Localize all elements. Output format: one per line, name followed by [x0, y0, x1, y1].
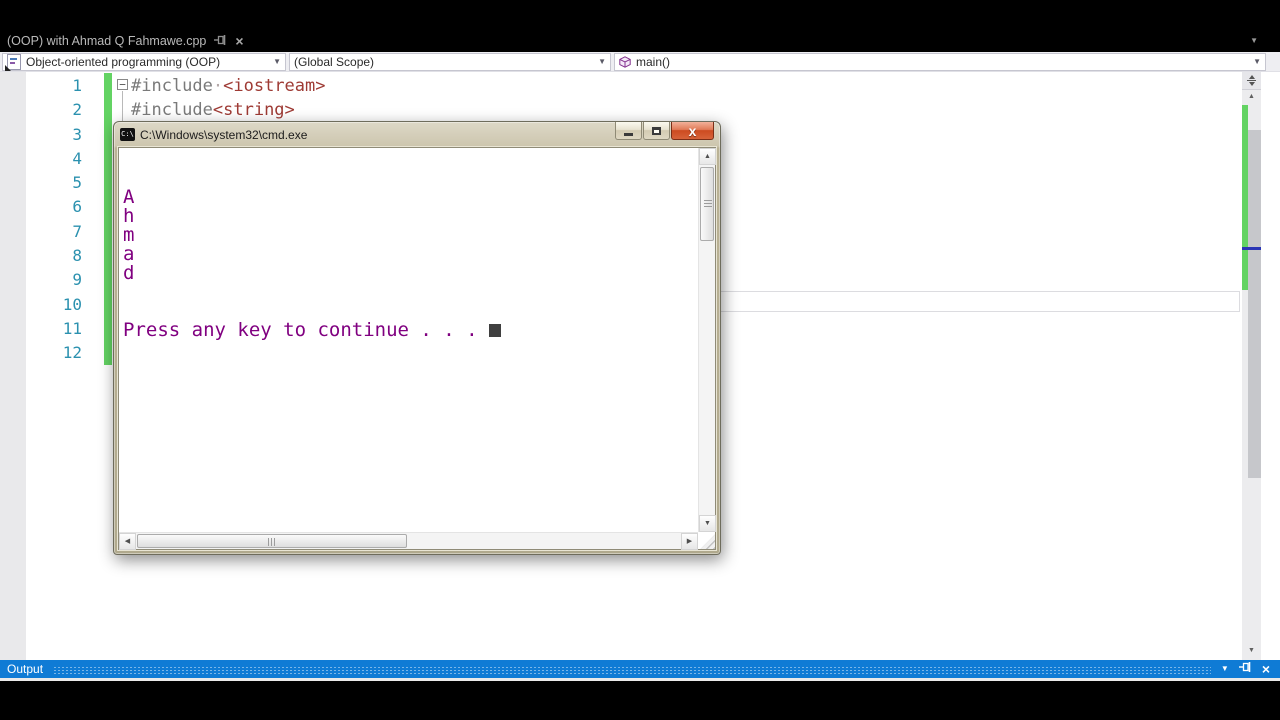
scroll-right-arrow-icon[interactable]: ▶: [681, 533, 698, 550]
chevron-down-icon[interactable]: ▼: [598, 58, 606, 66]
scroll-left-arrow-icon[interactable]: ◀: [119, 533, 136, 550]
member-dropdown-label: main(): [636, 55, 671, 69]
console-line: A: [123, 186, 135, 208]
scroll-down-arrow-icon[interactable]: ▼: [1242, 643, 1261, 659]
editor-vertical-scrollbar[interactable]: ▲ ▼: [1242, 72, 1261, 660]
fold-guide-line: [122, 91, 123, 121]
code-line: #include·<iostream>: [131, 76, 326, 96]
scope-dropdown-label: (Global Scope): [294, 55, 375, 69]
minimize-button[interactable]: [615, 122, 642, 140]
cmd-window-title: C:\Windows\system32\cmd.exe: [140, 127, 308, 142]
navigation-bar: Object-oriented programming (OOP) ▼ (Glo…: [0, 52, 1280, 72]
console-prompt-line: Press any key to continue . . .: [123, 321, 697, 340]
member-dropdown[interactable]: main() ▼: [614, 53, 1266, 71]
output-panel-title: Output: [7, 662, 44, 676]
project-dropdown[interactable]: Object-oriented programming (OOP) ▼: [2, 53, 286, 71]
editor-scrollbar-thumb[interactable]: [1248, 130, 1261, 478]
cmd-vscroll-thumb[interactable]: [700, 167, 714, 241]
screen: (OOP) with Ahmad Q Fahmawe.cpp × ▼ Objec…: [0, 0, 1280, 720]
line-numbers: 1 2 3 4 5 6 7 8 9 10 11 12: [36, 74, 82, 366]
maximize-icon: [652, 126, 661, 135]
line-number: 6: [72, 197, 82, 217]
cmd-vertical-scrollbar[interactable]: ▲ ▼: [698, 148, 716, 532]
scrollbar-caret-marker: [1242, 247, 1261, 250]
console-cursor: [488, 324, 501, 337]
line-number: 1: [72, 76, 82, 95]
project-dropdown-label: Object-oriented programming (OOP): [26, 55, 221, 69]
code-lines: #include·<iostream> #include<string>: [131, 74, 326, 123]
tabstrip-overflow-chevron-icon[interactable]: ▼: [1250, 36, 1258, 45]
console-line: m: [123, 224, 135, 246]
line-number: 12: [62, 343, 82, 363]
output-panel-titlebar[interactable]: Output ▼ ×: [0, 660, 1280, 678]
line-number: 4: [72, 148, 82, 168]
cmd-window: C:\ C:\Windows\system32\cmd.exe x Ahmad …: [113, 121, 721, 555]
chevron-down-icon[interactable]: ▼: [273, 58, 281, 66]
scroll-down-arrow-icon[interactable]: ▼: [699, 515, 716, 532]
code-line: #include<string>: [131, 100, 295, 121]
document-tab-bar: (OOP) with Ahmad Q Fahmawe.cpp × ▼: [0, 30, 1280, 52]
close-icon[interactable]: ×: [235, 34, 243, 48]
close-icon[interactable]: ×: [1262, 662, 1270, 676]
console-area[interactable]: Ahmad Press any key to continue . . .: [120, 149, 697, 531]
cmd-icon: C:\: [120, 128, 135, 141]
fold-toggle[interactable]: −: [117, 79, 128, 90]
minimize-icon: [624, 132, 633, 136]
top-letterbox: [0, 0, 1280, 30]
maximize-button[interactable]: [643, 122, 670, 140]
console-output: Ahmad: [123, 188, 697, 283]
change-tracking-bar: [104, 73, 112, 365]
tab-oop-cpp[interactable]: (OOP) with Ahmad Q Fahmawe.cpp ×: [0, 30, 254, 52]
bottom-letterbox: [0, 681, 1280, 720]
console-line: a: [123, 243, 135, 265]
resize-grip[interactable]: [700, 534, 715, 549]
cpp-file-icon: [5, 54, 21, 71]
titlebar-grip-texture: [53, 665, 1211, 676]
cmd-window-controls: x: [615, 122, 716, 140]
splitter-handle-icon[interactable]: [1242, 72, 1261, 90]
console-line: d: [123, 262, 135, 284]
close-icon: x: [688, 122, 697, 139]
line-number: 10: [62, 294, 82, 314]
tab-title: (OOP) with Ahmad Q Fahmawe.cpp: [7, 34, 207, 48]
output-panel-controls: ▼ ×: [1221, 660, 1280, 678]
console-line: h: [123, 205, 135, 227]
scroll-up-arrow-icon[interactable]: ▲: [1242, 89, 1261, 105]
cmd-title-bar[interactable]: C:\ C:\Windows\system32\cmd.exe x: [118, 122, 716, 147]
method-icon: [619, 56, 631, 68]
line-number: 8: [72, 246, 82, 266]
cmd-content: Ahmad Press any key to continue . . . ▲ …: [118, 147, 716, 550]
chevron-down-icon[interactable]: ▼: [1253, 58, 1261, 66]
breakpoint-margin[interactable]: [0, 72, 26, 660]
pin-icon[interactable]: [214, 34, 227, 49]
pin-icon[interactable]: [1238, 660, 1252, 678]
cmd-hscroll-thumb[interactable]: [137, 534, 407, 548]
line-number: 2: [72, 100, 82, 120]
close-button[interactable]: x: [671, 122, 714, 140]
line-number: 7: [72, 221, 82, 241]
window-position-chevron-icon[interactable]: ▼: [1221, 665, 1229, 673]
line-number: 9: [72, 270, 82, 290]
scroll-up-arrow-icon[interactable]: ▲: [699, 148, 716, 165]
line-number: 3: [72, 124, 82, 144]
scope-dropdown[interactable]: (Global Scope) ▼: [289, 53, 611, 71]
line-number: 11: [62, 318, 82, 338]
line-number: 5: [72, 173, 82, 193]
cmd-horizontal-scrollbar[interactable]: ◀ ▶: [119, 532, 698, 550]
